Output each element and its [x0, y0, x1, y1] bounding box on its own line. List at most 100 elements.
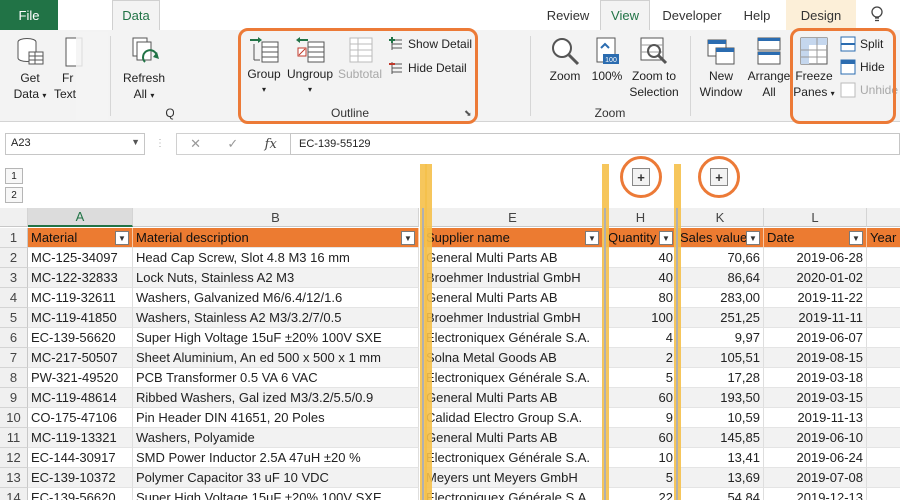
table-cell[interactable]: SMD Power Inductor 2.5A 47uH ±20 % — [133, 448, 419, 468]
table-cell[interactable]: 9,97 — [677, 328, 764, 348]
table-cell[interactable]: General Multi Parts AB — [423, 428, 603, 448]
filter-dropdown-icon[interactable]: ▼ — [849, 231, 863, 245]
table-cell[interactable]: 60 — [605, 388, 677, 408]
table-cell[interactable]: Head Cap Screw, Slot 4.8 M3 16 mm — [133, 248, 419, 268]
table-cell[interactable]: MC-119-48614 — [28, 388, 133, 408]
table-cell[interactable]: Calidad Electro Group S.A. — [423, 408, 603, 428]
table-cell[interactable] — [867, 268, 900, 288]
table-cell[interactable]: 17,28 — [677, 368, 764, 388]
table-cell[interactable]: MC-119-32611 — [28, 288, 133, 308]
filter-dropdown-icon[interactable]: ▼ — [585, 231, 599, 245]
table-cell[interactable]: Washers, Polyamide — [133, 428, 419, 448]
table-cell[interactable]: Solna Metal Goods AB — [423, 348, 603, 368]
table-cell[interactable]: Électroniquex Générale S.A. — [423, 488, 603, 500]
row-header[interactable]: 2 — [0, 248, 28, 268]
table-header-cell[interactable]: Sales value ▼ — [677, 228, 764, 248]
get-data-button[interactable]: Get Data ▾ — [8, 36, 52, 104]
table-cell[interactable] — [867, 448, 900, 468]
tab-file[interactable]: File — [0, 0, 58, 30]
table-cell[interactable]: Washers, Galvanized M6/6.4/12/1.6 — [133, 288, 419, 308]
table-cell[interactable]: 2 — [605, 348, 677, 368]
row-header[interactable]: 11 — [0, 428, 28, 448]
table-cell[interactable]: 4 — [605, 328, 677, 348]
table-cell[interactable]: 2019-12-13 — [764, 488, 867, 500]
table-header-cell[interactable]: Quantity ▼ — [605, 228, 677, 248]
table-cell[interactable]: 100 — [605, 308, 677, 328]
table-cell[interactable]: 2019-08-15 — [764, 348, 867, 368]
table-cell[interactable]: Lock Nuts, Stainless A2 M3 — [133, 268, 419, 288]
column-header-h[interactable]: H — [605, 208, 677, 227]
tab-review[interactable]: Review — [540, 0, 596, 30]
arrange-all-button[interactable]: Arrange All — [746, 36, 792, 100]
table-cell[interactable] — [867, 368, 900, 388]
table-cell[interactable]: Super High Voltage 15uF ±20% 100V SXE — [133, 488, 419, 500]
row-header[interactable]: 8 — [0, 368, 28, 388]
table-cell[interactable]: 80 — [605, 288, 677, 308]
table-cell[interactable]: Broehmer Industrial GmbH — [423, 268, 603, 288]
table-cell[interactable]: 13,69 — [677, 468, 764, 488]
table-cell[interactable]: 2019-03-15 — [764, 388, 867, 408]
table-cell[interactable]: 145,85 — [677, 428, 764, 448]
table-cell[interactable]: 283,00 — [677, 288, 764, 308]
table-cell[interactable]: Polymer Capacitor 33 uF 10 VDC — [133, 468, 419, 488]
table-cell[interactable]: 5 — [605, 368, 677, 388]
table-cell[interactable] — [867, 468, 900, 488]
table-cell[interactable]: Super High Voltage 15uF ±20% 100V SXE — [133, 328, 419, 348]
row-header[interactable]: 6 — [0, 328, 28, 348]
table-cell[interactable]: Broehmer Industrial GmbH — [423, 308, 603, 328]
table-cell[interactable]: 5 — [605, 468, 677, 488]
tab-help[interactable]: Help — [732, 0, 782, 30]
column-header-e[interactable]: E — [423, 208, 603, 227]
table-cell[interactable]: General Multi Parts AB — [423, 288, 603, 308]
table-cell[interactable]: Sheet Aluminium, An ed 500 x 500 x 1 mm — [133, 348, 419, 368]
table-cell[interactable]: 70,66 — [677, 248, 764, 268]
table-cell[interactable]: MC-122-32833 — [28, 268, 133, 288]
outline-level-1-button[interactable]: 1 — [5, 168, 23, 184]
table-cell[interactable]: EC-139-56620 — [28, 328, 133, 348]
table-cell[interactable] — [867, 488, 900, 500]
row-header[interactable]: 14 — [0, 488, 28, 500]
tab-view[interactable]: View — [600, 0, 650, 30]
table-cell[interactable]: MC-119-13321 — [28, 428, 133, 448]
new-window-button[interactable]: New Window — [698, 36, 744, 100]
table-cell[interactable]: Ribbed Washers, Gal ized M3/3.2/5.5/0.9 — [133, 388, 419, 408]
row-header[interactable]: 9 — [0, 388, 28, 408]
table-cell[interactable]: Électroniquex Générale S.A. — [423, 448, 603, 468]
row-header[interactable]: 12 — [0, 448, 28, 468]
table-cell[interactable]: 2020-01-02 — [764, 268, 867, 288]
table-cell[interactable]: 2019-11-11 — [764, 308, 867, 328]
enter-icon[interactable]: ✓ — [227, 136, 238, 152]
outline-level-2-button[interactable]: 2 — [5, 187, 23, 203]
table-cell[interactable]: 22 — [605, 488, 677, 500]
table-cell[interactable]: PCB Transformer 0.5 VA 6 VAC — [133, 368, 419, 388]
table-cell[interactable] — [867, 428, 900, 448]
formula-input[interactable]: EC-139-55129 — [290, 133, 900, 155]
table-cell[interactable]: 2019-06-24 — [764, 448, 867, 468]
table-cell[interactable]: 2019-06-10 — [764, 428, 867, 448]
zoom-button[interactable]: Zoom — [544, 36, 586, 84]
table-cell[interactable] — [867, 288, 900, 308]
column-header-k[interactable]: K — [677, 208, 764, 227]
table-cell[interactable]: MC-217-50507 — [28, 348, 133, 368]
table-cell[interactable]: 2019-11-13 — [764, 408, 867, 428]
table-cell[interactable] — [867, 408, 900, 428]
table-cell[interactable]: 2019-06-07 — [764, 328, 867, 348]
table-cell[interactable]: 251,25 — [677, 308, 764, 328]
row-header[interactable]: 1 — [0, 228, 28, 248]
table-cell[interactable]: 60 — [605, 428, 677, 448]
row-header[interactable]: 5 — [0, 308, 28, 328]
table-cell[interactable]: General Multi Parts AB — [423, 388, 603, 408]
row-header[interactable]: 7 — [0, 348, 28, 368]
column-header-extra[interactable] — [867, 208, 900, 227]
table-cell[interactable] — [867, 348, 900, 368]
tab-data[interactable]: Data — [112, 0, 160, 30]
table-cell[interactable] — [867, 328, 900, 348]
column-header-a[interactable]: A — [28, 208, 133, 227]
table-cell[interactable]: Washers, Stainless A2 M3/3.2/7/0.5 — [133, 308, 419, 328]
table-cell[interactable]: 40 — [605, 248, 677, 268]
column-header-l[interactable]: L — [764, 208, 867, 227]
table-cell[interactable]: 9 — [605, 408, 677, 428]
table-cell[interactable]: MC-119-41850 — [28, 308, 133, 328]
row-header[interactable]: 4 — [0, 288, 28, 308]
table-header-cell[interactable]: Supplier name ▼ — [423, 228, 603, 248]
